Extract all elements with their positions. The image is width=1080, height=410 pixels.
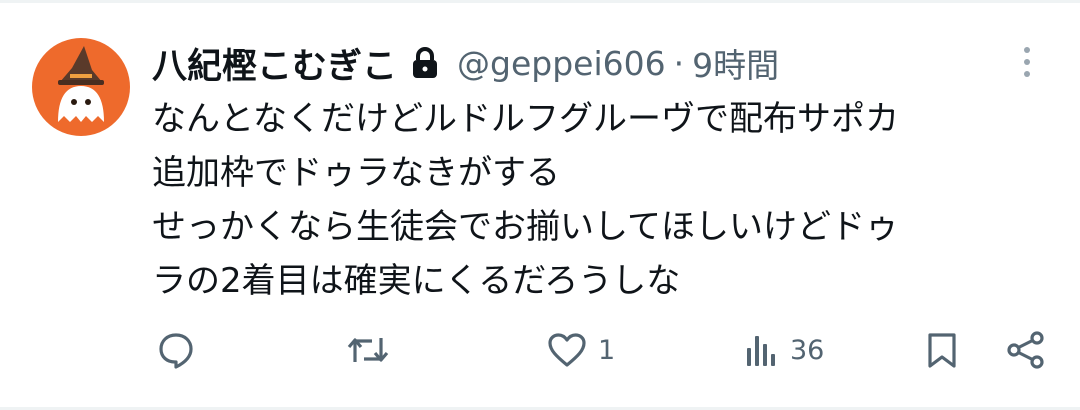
user-handle[interactable]: @geppei606	[457, 44, 666, 83]
tweet-text-line: 追加枠でドゥラなきがする	[152, 153, 560, 193]
display-name[interactable]: 八紀樫こむぎこ	[152, 38, 397, 89]
tweet-text-line: なんとなくだけどルドルフグルーヴで配布サポカ	[152, 99, 899, 139]
timestamp[interactable]: 9時間	[692, 39, 779, 87]
ghost-witch-avatar-icon	[58, 46, 104, 122]
views-icon	[747, 336, 775, 366]
more-options-button[interactable]	[1014, 42, 1040, 82]
views-button[interactable]: 36	[744, 326, 824, 374]
more-dot-icon	[1024, 71, 1030, 77]
retweet-button[interactable]	[346, 326, 400, 374]
share-button[interactable]	[1004, 326, 1048, 374]
tweet-text-line: ラの2着目は確実にくるだろうしな	[152, 261, 681, 301]
avatar[interactable]	[32, 38, 130, 136]
tweet-text: なんとなくだけどルドルフグルーヴで配布サポカ 追加枠でドゥラなきがする せっかく…	[152, 92, 1052, 308]
heart-icon	[548, 333, 586, 367]
separator-dot: ·	[673, 43, 685, 83]
like-button[interactable]: 1	[546, 326, 615, 374]
reply-button[interactable]	[156, 326, 206, 374]
like-count: 1	[598, 334, 616, 366]
share-icon	[1007, 331, 1044, 369]
tweet-actions-bar: 1 36	[0, 326, 1080, 374]
retweet-icon	[347, 338, 389, 362]
tweet-text-line: せっかくなら生徒会でお揃いしてほしいけどドゥ	[152, 207, 899, 247]
more-dot-icon	[1024, 47, 1030, 53]
bookmark-icon	[928, 333, 956, 368]
bookmark-button[interactable]	[924, 326, 960, 374]
views-count: 36	[790, 334, 825, 366]
lock-icon	[411, 46, 439, 80]
tweet-header: 八紀樫こむぎこ @geppei606 · 9時間	[152, 38, 779, 88]
reply-icon	[159, 333, 193, 369]
more-dot-icon	[1024, 59, 1030, 65]
top-divider	[0, 0, 1080, 3]
